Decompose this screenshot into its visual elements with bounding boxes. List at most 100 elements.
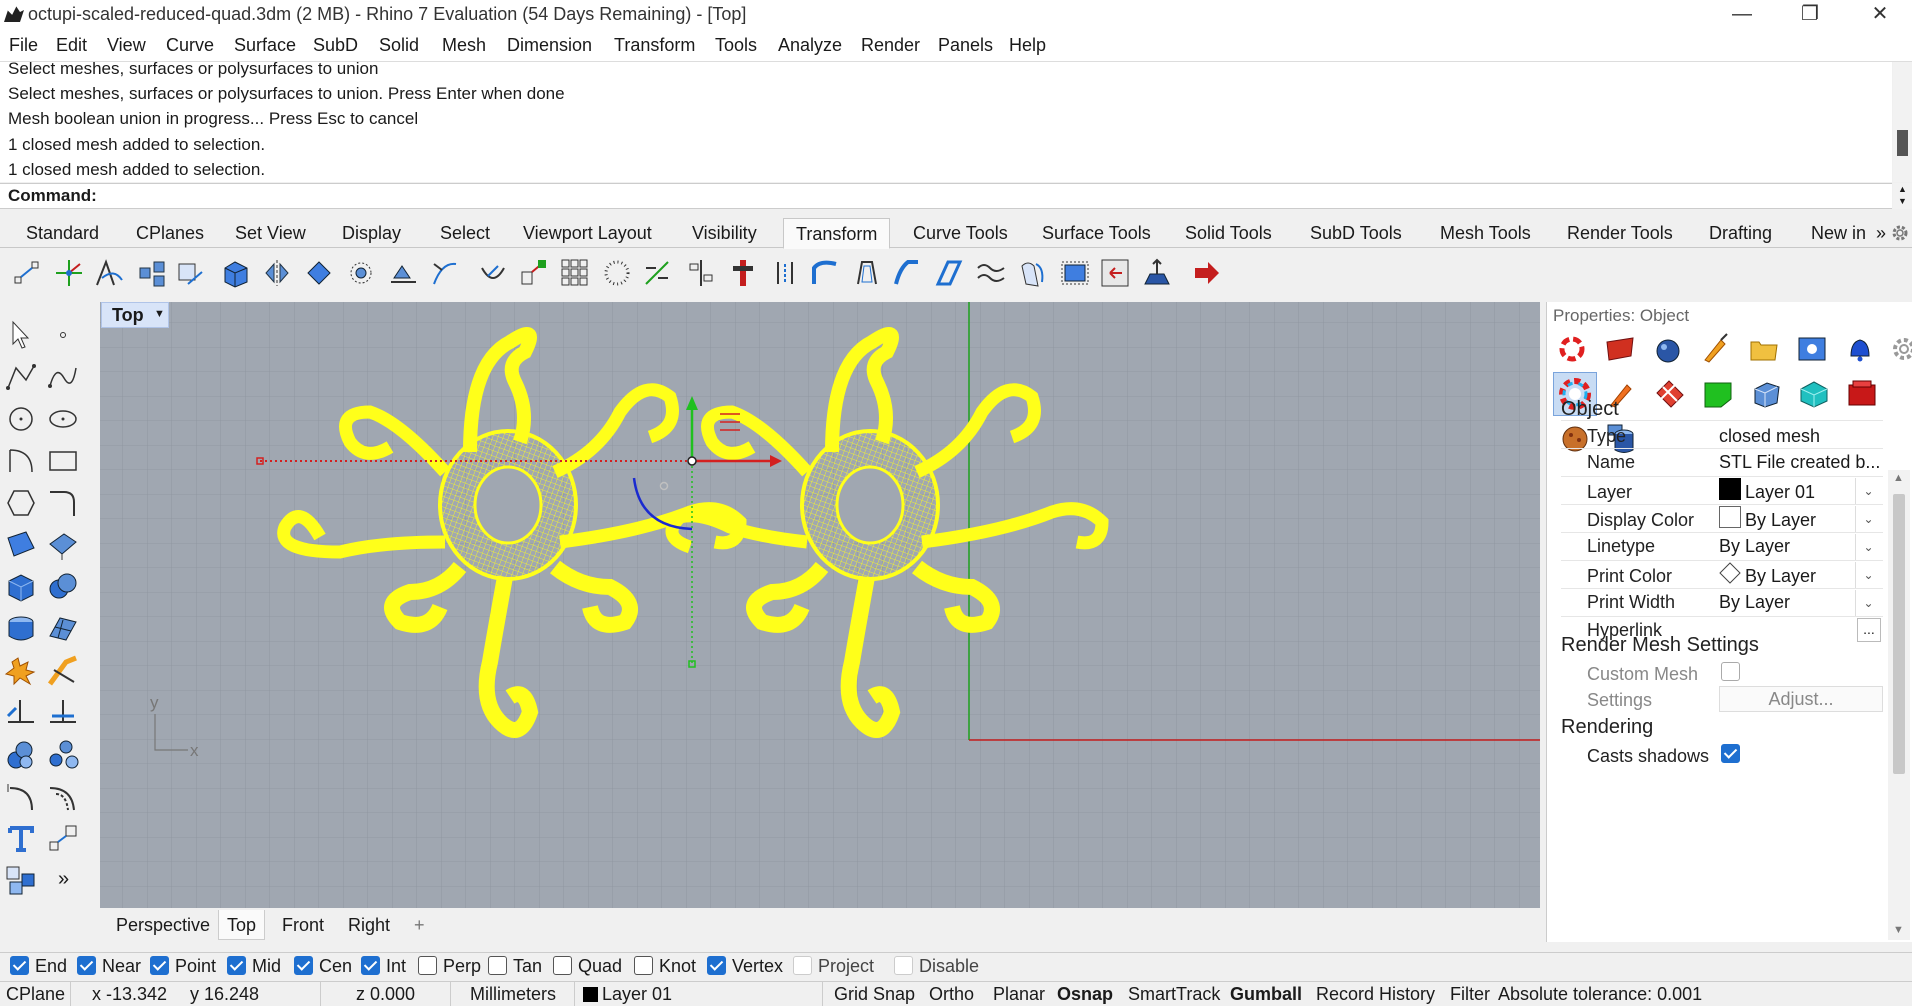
osnap-point[interactable]: Point (150, 956, 216, 977)
tab-new-in[interactable]: New in (1811, 223, 1866, 244)
command-line[interactable]: Command: (0, 183, 1892, 209)
osnap-project-checkbox[interactable] (793, 956, 812, 975)
osnap-tan[interactable]: Tan (488, 956, 542, 977)
rectangle-icon[interactable] (46, 444, 80, 478)
remap-cplane-icon[interactable] (1142, 258, 1172, 288)
osnap-int[interactable]: Int (361, 956, 406, 977)
layer-dropdown[interactable]: Layer 01 (1745, 479, 1855, 507)
texture-mapping-icon[interactable] (1653, 377, 1687, 411)
add-viewport-tab-button[interactable]: + (414, 915, 425, 936)
scale-icon[interactable] (46, 822, 80, 856)
polyline-icon[interactable] (4, 360, 38, 394)
osnap-disable-checkbox[interactable] (894, 956, 913, 975)
osnap-cen[interactable]: Cen (294, 956, 352, 977)
select-arrow-icon[interactable] (4, 318, 38, 352)
curve-icon[interactable] (46, 360, 80, 394)
osnap-end[interactable]: End (10, 956, 67, 977)
filter-toggle[interactable]: Filter (1450, 984, 1490, 1005)
join-icon[interactable] (46, 696, 80, 730)
split-icon[interactable] (4, 696, 38, 730)
notifications-bell-icon[interactable] (1843, 332, 1877, 366)
menu-dimension[interactable]: Dimension (507, 35, 592, 56)
osnap-near[interactable]: Near (77, 956, 141, 977)
smooth-icon[interactable] (976, 258, 1006, 288)
environment-icon[interactable] (1651, 332, 1685, 366)
mirror-icon[interactable] (262, 258, 292, 288)
tab-drafting[interactable]: Drafting (1709, 223, 1772, 244)
tabs-settings-gear-icon[interactable] (1890, 223, 1910, 243)
scrollbar-thumb[interactable] (1897, 130, 1908, 156)
thickening-icon[interactable] (1845, 377, 1879, 411)
explode-icon[interactable] (4, 654, 38, 688)
restore-button[interactable]: ❐ (1780, 0, 1840, 30)
tab-viewport-layout[interactable]: Viewport Layout (523, 223, 652, 244)
osnap-vertex-checkbox[interactable] (707, 956, 726, 975)
object-properties-icon[interactable] (1555, 332, 1589, 366)
cylinder-icon[interactable] (4, 612, 38, 646)
ortho-toggle[interactable]: Ortho (929, 984, 974, 1005)
osnap-quad-checkbox[interactable] (553, 956, 572, 975)
hyperlink-browse-button[interactable]: ... (1857, 618, 1881, 642)
transform-panel-icon[interactable] (1100, 258, 1130, 288)
linetype-chevron-down-icon[interactable]: ⌄ (1855, 534, 1881, 560)
properties-scrollbar[interactable]: ▲ ▼ (1888, 470, 1910, 940)
viewport-tab-perspective[interactable]: Perspective (116, 915, 210, 936)
menu-subd[interactable]: SubD (313, 35, 358, 56)
viewport-menu-arrow-icon[interactable]: ▼ (154, 308, 165, 320)
scrollbar-thumb[interactable] (1893, 494, 1905, 774)
name-field[interactable]: STL File created b... (1719, 449, 1885, 477)
material-icon[interactable] (1603, 332, 1637, 366)
taper-icon[interactable] (518, 258, 548, 288)
osnap-near-checkbox[interactable] (77, 956, 96, 975)
trim-icon[interactable] (46, 654, 80, 688)
flow-along-surface-icon[interactable] (810, 258, 840, 288)
planar-toggle[interactable]: Planar (993, 984, 1045, 1005)
tab-select[interactable]: Select (440, 223, 490, 244)
current-layer[interactable]: Layer 01 (602, 984, 672, 1005)
layer-chevron-down-icon[interactable]: ⌄ (1855, 478, 1881, 504)
menu-surface[interactable]: Surface (234, 35, 296, 56)
offset-icon[interactable] (46, 780, 80, 814)
osnap-disable[interactable]: Disable (894, 956, 979, 977)
dimension-arc-icon[interactable] (4, 780, 38, 814)
tabs-overflow-button[interactable]: » (1876, 223, 1886, 244)
minimize-button[interactable]: — (1712, 0, 1772, 30)
print-color-chevron-down-icon[interactable]: ⌄ (1855, 562, 1881, 588)
osnap-mid-checkbox[interactable] (227, 956, 246, 975)
displacement-icon[interactable] (1701, 377, 1735, 411)
menu-render[interactable]: Render (861, 35, 920, 56)
copy-icon[interactable] (138, 258, 168, 288)
record-history-toggle[interactable]: Record History (1316, 984, 1435, 1005)
shadow-icon[interactable] (1749, 377, 1783, 411)
command-spinner[interactable]: ▲ ▼ (1893, 183, 1912, 209)
viewport-tab-front[interactable]: Front (282, 915, 324, 936)
osnap-knot[interactable]: Knot (634, 956, 696, 977)
menu-transform[interactable]: Transform (614, 35, 695, 56)
scroll-down-icon[interactable]: ▼ (1893, 924, 1904, 936)
menu-tools[interactable]: Tools (715, 35, 757, 56)
rotate-icon[interactable] (176, 258, 206, 288)
box-edit-icon[interactable] (1060, 258, 1090, 288)
grid-snap-toggle[interactable]: Grid Snap (834, 984, 915, 1005)
splop-icon[interactable] (934, 258, 964, 288)
osnap-project[interactable]: Project (793, 956, 874, 977)
tab-display[interactable]: Display (342, 223, 401, 244)
stretch-icon[interactable] (852, 258, 882, 288)
osnap-cen-checkbox[interactable] (294, 956, 313, 975)
left-toolbar-more-button[interactable]: » (58, 868, 69, 891)
cage-edit-icon[interactable] (892, 258, 922, 288)
folder-icon[interactable] (1747, 332, 1781, 366)
units-display[interactable]: Millimeters (470, 984, 556, 1005)
arc-icon[interactable] (4, 444, 38, 478)
align-icon[interactable] (686, 258, 716, 288)
gumball-move-icon[interactable] (54, 258, 84, 288)
osnap-int-checkbox[interactable] (361, 956, 380, 975)
tab-transform[interactable]: Transform (783, 218, 891, 249)
array-polar-icon[interactable] (346, 258, 376, 288)
menu-analyze[interactable]: Analyze (778, 35, 842, 56)
text-icon[interactable] (4, 822, 38, 856)
array-dots-icon[interactable] (602, 258, 632, 288)
circle-icon[interactable] (4, 402, 38, 436)
tab-visibility[interactable]: Visibility (692, 223, 757, 244)
polygon-icon[interactable] (4, 486, 38, 520)
